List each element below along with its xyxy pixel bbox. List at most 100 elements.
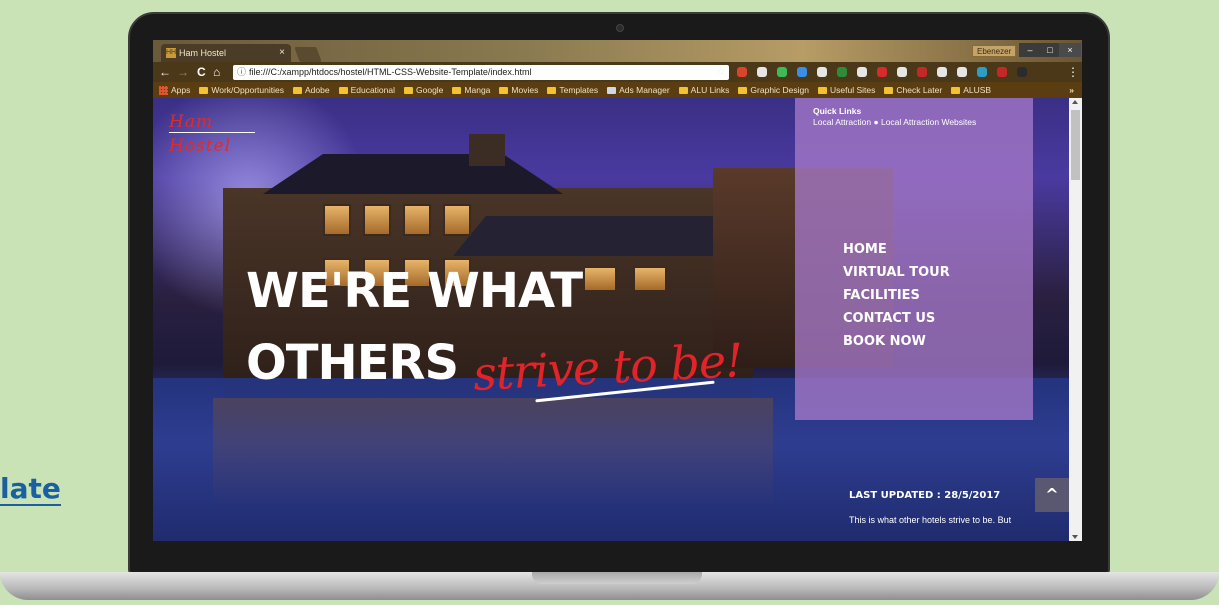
menu-item-facilities[interactable]: FACILITIES — [843, 284, 950, 307]
folder-icon — [951, 86, 961, 94]
reload-icon[interactable]: C — [197, 65, 206, 79]
bookmark-label: Google — [416, 85, 444, 95]
folder-icon — [884, 86, 894, 94]
folder-icon — [404, 86, 413, 94]
bookmark-item[interactable]: ALU Links — [678, 85, 730, 95]
webcam — [616, 24, 624, 32]
extension-icon[interactable] — [777, 67, 787, 77]
scroll-thumb[interactable] — [1071, 110, 1080, 180]
bookmark-item[interactable]: Ads Manager — [607, 85, 670, 95]
logo-underline — [169, 132, 255, 133]
bookmark-item[interactable]: Adobe — [292, 85, 330, 95]
folder-icon — [499, 86, 509, 94]
bookmark-item[interactable]: Work/Opportunities — [199, 85, 284, 95]
extension-icon[interactable] — [797, 67, 807, 77]
browser-tab[interactable]: HH Ham Hostel × — [161, 44, 291, 62]
bookmark-label: Templates — [559, 85, 599, 95]
lodge-roof — [263, 154, 563, 194]
info-icon[interactable]: ⓘ — [237, 65, 246, 80]
menu-item-contact-us[interactable]: CONTACT US — [843, 307, 950, 330]
extension-icon[interactable] — [897, 67, 907, 77]
web-page: Ham Hostel WE'RE WHAT OTHERS strive to b… — [153, 98, 1069, 541]
site-logo[interactable]: Ham Hostel — [169, 110, 265, 156]
back-to-top-button[interactable]: ^ — [1035, 478, 1069, 512]
extension-icon[interactable] — [817, 67, 827, 77]
extension-icon[interactable] — [737, 67, 747, 77]
title-bar: HH Ham Hostel × Ebenezer – □ × — [153, 40, 1082, 62]
bookmark-item[interactable]: Check Later — [884, 85, 942, 95]
hero-line-1: WE'RE WHAT — [246, 263, 583, 319]
lodge-window — [633, 266, 667, 292]
bookmark-label: Useful Sites — [830, 85, 876, 95]
menu-item-virtual-tour[interactable]: VIRTUAL TOUR — [843, 261, 950, 284]
navigation-bar: ← → C ⌂ ⓘ file:///C:/xampp/htdocs/hostel… — [153, 62, 1082, 82]
back-icon[interactable]: ← — [159, 65, 171, 79]
vertical-scrollbar[interactable] — [1069, 98, 1082, 541]
bookmark-label: Graphic Design — [750, 85, 810, 95]
last-updated: LAST UPDATED : 28/5/2017 — [849, 490, 1001, 501]
bookmark-label: ALU Links — [690, 85, 730, 95]
bookmark-label: Educational — [350, 85, 395, 95]
hero-line-2: OTHERS — [246, 335, 459, 391]
bookmark-star-icon[interactable]: ☆ — [716, 65, 726, 78]
folder-icon — [678, 86, 688, 94]
address-bar[interactable]: ⓘ file:///C:/xampp/htdocs/hostel/HTML-CS… — [233, 65, 729, 80]
pool-reflection — [213, 398, 773, 508]
scroll-up-icon[interactable] — [1072, 100, 1078, 104]
folder-icon — [338, 86, 348, 94]
quick-links[interactable]: Local Attraction ● Local Attraction Webs… — [813, 117, 976, 127]
extension-icon[interactable] — [837, 67, 847, 77]
new-tab-button[interactable] — [294, 47, 322, 62]
extension-icon[interactable] — [937, 67, 947, 77]
extension-icon[interactable] — [917, 67, 927, 77]
folder-icon — [818, 86, 828, 94]
bookmark-item[interactable]: Educational — [338, 85, 395, 95]
extension-icon[interactable] — [957, 67, 967, 77]
scroll-down-icon[interactable] — [1072, 535, 1078, 539]
bookmark-label: Ads Manager — [619, 85, 670, 95]
bookmark-item[interactable]: Useful Sites — [818, 85, 875, 95]
bookmark-label: Adobe — [304, 85, 330, 95]
menu-item-home[interactable]: HOME — [843, 238, 950, 261]
profile-button[interactable]: Ebenezer — [972, 45, 1017, 57]
page-icon — [607, 86, 617, 94]
bookmark-item[interactable]: Manga — [452, 85, 490, 95]
bookmark-item[interactable]: Graphic Design — [738, 85, 809, 95]
bookmark-item[interactable]: Templates — [547, 85, 598, 95]
minimize-button[interactable]: – — [1019, 43, 1041, 57]
address-text: file:///C:/xampp/htdocs/hostel/HTML-CSS-… — [249, 67, 532, 77]
extension-icon[interactable] — [1017, 67, 1027, 77]
main-menu: HOME VIRTUAL TOUR FACILITIES CONTACT US … — [843, 238, 950, 353]
bookmark-item[interactable]: Google — [404, 85, 443, 95]
tab-close-icon[interactable]: × — [279, 44, 285, 62]
bookmarks-overflow-icon[interactable]: » — [1069, 85, 1074, 95]
favicon-icon: HH — [166, 48, 177, 58]
close-window-button[interactable]: × — [1059, 43, 1081, 57]
extension-icon[interactable] — [877, 67, 887, 77]
bookmark-label: Apps — [171, 85, 191, 95]
lodge-window — [443, 204, 471, 236]
menu-icon[interactable]: ⋮ — [1067, 65, 1079, 79]
navigation-panel: Quick Links Local Attraction ● Local Att… — [795, 98, 1033, 420]
bookmark-label: ALUSB — [963, 85, 992, 95]
extension-icon[interactable] — [757, 67, 767, 77]
bookmark-item[interactable]: ALUSB — [951, 85, 991, 95]
extension-icon[interactable] — [857, 67, 867, 77]
menu-item-book-now[interactable]: BOOK NOW — [843, 330, 950, 353]
bookmark-label: Work/Opportunities — [211, 85, 284, 95]
bookmark-label: Movies — [511, 85, 539, 95]
lodge-window — [583, 266, 617, 292]
folder-icon — [547, 86, 557, 94]
background-page-text[interactable]: late — [0, 474, 61, 506]
bookmark-item[interactable]: Apps — [159, 85, 190, 95]
home-icon[interactable]: ⌂ — [213, 65, 220, 79]
forward-icon[interactable]: → — [177, 65, 189, 79]
folder-icon — [738, 86, 748, 94]
bookmarks-bar: Apps Work/Opportunities Adobe Educational Go… — [153, 82, 1082, 98]
bookmark-item[interactable]: Movies — [499, 85, 538, 95]
extension-icon[interactable] — [997, 67, 1007, 77]
bookmark-label: Manga — [464, 85, 491, 95]
apps-icon — [159, 85, 168, 95]
extension-icon[interactable] — [977, 67, 987, 77]
maximize-button[interactable]: □ — [1039, 43, 1061, 57]
